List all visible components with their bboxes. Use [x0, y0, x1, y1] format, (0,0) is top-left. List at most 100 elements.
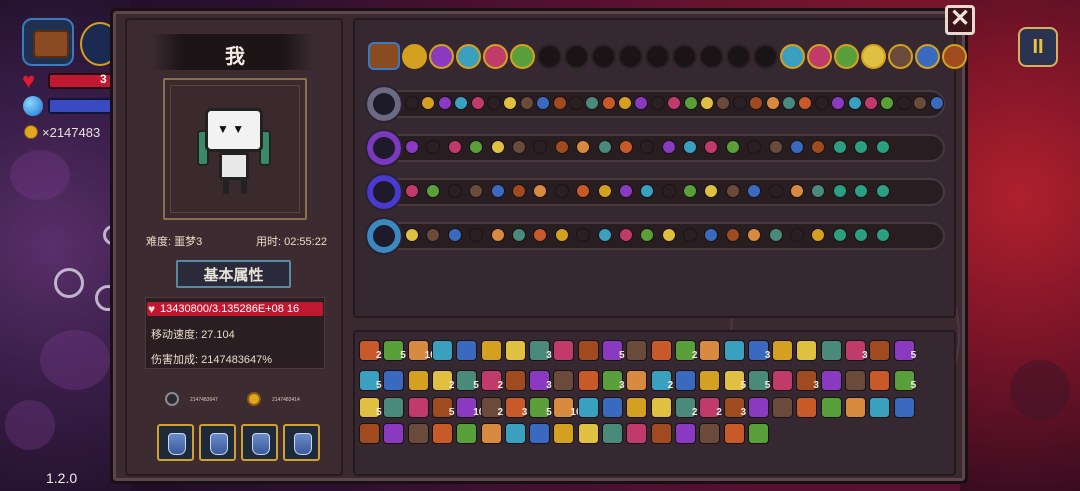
collected-item-icon[interactable]	[456, 340, 478, 361]
collected-item-icon[interactable]	[602, 397, 623, 418]
upgrade-slot[interactable]	[421, 96, 436, 110]
upgrade-slot[interactable]	[661, 184, 676, 198]
empty-slot[interactable]	[699, 43, 724, 69]
collected-item-icon[interactable]	[529, 423, 551, 444]
upgrade-slot[interactable]	[716, 96, 731, 110]
upgrade-slot[interactable]	[618, 184, 633, 198]
upgrade-slot[interactable]	[704, 140, 719, 154]
upgrade-slot[interactable]	[832, 184, 847, 198]
collected-item-icon[interactable]	[602, 423, 623, 444]
upgrade-slot[interactable]	[426, 228, 441, 242]
collected-item-icon[interactable]	[820, 397, 842, 418]
upgrade-slot[interactable]	[811, 228, 826, 242]
collected-item-icon[interactable]	[504, 340, 526, 361]
pause-button[interactable]: II	[1018, 27, 1058, 67]
upgrade-slot[interactable]	[405, 140, 419, 154]
upgrade-slot[interactable]	[640, 184, 655, 198]
upgrade-slot[interactable]	[640, 140, 655, 154]
upgrade-slot[interactable]	[454, 96, 469, 110]
collected-item-icon[interactable]	[674, 370, 696, 391]
accessory-slot[interactable]	[456, 43, 481, 69]
upgrade-slot[interactable]	[875, 140, 890, 154]
upgrade-slot[interactable]	[536, 96, 551, 110]
empty-slot[interactable]	[537, 43, 562, 69]
collected-item-icon[interactable]	[869, 397, 891, 418]
upgrade-slot[interactable]	[913, 96, 928, 110]
collected-item-icon[interactable]	[723, 340, 745, 361]
upgrade-slot[interactable]	[511, 228, 526, 242]
upgrade-slot[interactable]	[554, 140, 569, 154]
collected-item-icon[interactable]	[504, 423, 526, 444]
upgrade-slot[interactable]	[552, 96, 567, 110]
upgrade-slot[interactable]	[533, 228, 548, 242]
upgrade-slot[interactable]	[511, 184, 526, 198]
accessory-slot[interactable]	[861, 43, 886, 69]
upgrade-slot[interactable]	[854, 140, 869, 154]
upgrade-slot[interactable]	[447, 140, 462, 154]
upgrade-slot[interactable]	[747, 184, 762, 198]
inventory-chest-icon[interactable]	[22, 18, 74, 66]
collected-item-icon[interactable]	[407, 370, 429, 391]
upgrade-slot[interactable]	[601, 96, 616, 110]
upgrade-slot[interactable]	[725, 228, 740, 242]
upgrade-slot[interactable]	[618, 228, 633, 242]
upgrade-slot[interactable]	[683, 96, 698, 110]
collected-item-icon[interactable]	[359, 423, 380, 444]
collected-item-icon[interactable]	[820, 370, 842, 391]
collected-item-icon[interactable]	[431, 423, 453, 444]
upgrade-slot[interactable]	[847, 96, 862, 110]
upgrade-slot[interactable]	[798, 96, 813, 110]
collected-item-icon[interactable]	[626, 370, 648, 391]
upgrade-slot[interactable]	[533, 140, 548, 154]
collected-item-icon[interactable]	[480, 340, 502, 361]
accessory-slot[interactable]	[780, 43, 805, 69]
upgrade-slot[interactable]	[704, 184, 719, 198]
upgrade-slot[interactable]	[683, 140, 698, 154]
collected-item-icon[interactable]	[626, 340, 648, 361]
upgrade-slot[interactable]	[585, 96, 600, 110]
upgrade-slot[interactable]	[554, 184, 569, 198]
empty-slot[interactable]	[726, 43, 751, 69]
empty-slot[interactable]	[672, 43, 697, 69]
accessory-slot[interactable]	[942, 43, 967, 69]
upgrade-slot[interactable]	[437, 96, 452, 110]
upgrade-slot[interactable]	[929, 96, 944, 110]
upgrade-slot[interactable]	[618, 140, 633, 154]
upgrade-slot[interactable]	[732, 96, 747, 110]
collected-item-icon[interactable]	[772, 340, 794, 361]
upgrade-slot[interactable]	[490, 228, 505, 242]
upgrade-slot[interactable]	[447, 228, 462, 242]
collected-item-icon[interactable]	[456, 423, 478, 444]
collected-item-icon[interactable]	[845, 397, 866, 418]
potion-slot[interactable]	[157, 424, 194, 461]
accessory-slot[interactable]	[834, 43, 859, 69]
upgrade-slot[interactable]	[790, 184, 805, 198]
upgrade-slot[interactable]	[469, 184, 484, 198]
collected-item-icon[interactable]	[723, 423, 745, 444]
upgrade-slot[interactable]	[568, 96, 583, 110]
collected-item-icon[interactable]	[626, 423, 648, 444]
accessory-slot[interactable]	[402, 43, 427, 69]
upgrade-slot[interactable]	[667, 96, 682, 110]
collected-item-icon[interactable]	[407, 423, 429, 444]
collected-item-icon[interactable]	[650, 397, 672, 418]
potion-slot[interactable]	[283, 424, 320, 461]
collected-item-icon[interactable]	[431, 340, 453, 361]
collected-item-icon[interactable]	[553, 370, 575, 391]
upgrade-slot[interactable]	[618, 96, 633, 110]
upgrade-slot[interactable]	[469, 228, 484, 242]
collected-item-icon[interactable]	[747, 397, 769, 418]
upgrade-slot[interactable]	[863, 96, 878, 110]
collected-item-icon[interactable]	[480, 423, 502, 444]
upgrade-slot[interactable]	[661, 140, 676, 154]
collected-item-icon[interactable]	[772, 397, 794, 418]
collected-item-icon[interactable]	[577, 423, 599, 444]
upgrade-slot[interactable]	[511, 140, 526, 154]
weapon-icon[interactable]	[365, 129, 403, 167]
accessory-slot[interactable]	[483, 43, 508, 69]
upgrade-slot[interactable]	[405, 96, 419, 110]
upgrade-slot[interactable]	[749, 96, 764, 110]
upgrade-slot[interactable]	[832, 140, 847, 154]
collected-item-icon[interactable]	[650, 423, 672, 444]
upgrade-slot[interactable]	[875, 228, 890, 242]
